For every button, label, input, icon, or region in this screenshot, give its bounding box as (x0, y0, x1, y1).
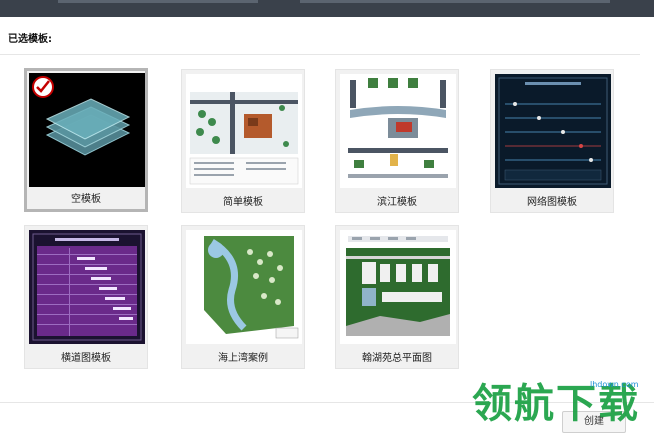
template-card-hanhuyuan[interactable]: 翰湖苑总平面图 (335, 225, 459, 369)
top-bar-segment (300, 0, 610, 3)
divider (0, 54, 640, 55)
network-chart-image (495, 74, 611, 188)
template-name: 滨江模板 (377, 197, 417, 208)
template-name: 空模板 (71, 194, 101, 205)
top-bar-segment (58, 0, 258, 3)
dialog-top-bar (0, 0, 654, 17)
template-name: 网络图模板 (527, 197, 577, 208)
template-card-empty[interactable]: 空模板 (24, 68, 148, 212)
template-name: 横道图模板 (61, 353, 111, 364)
template-card-simple[interactable]: 简单模板 (181, 69, 305, 213)
selected-check-icon (32, 76, 54, 98)
template-dialog: 已选模板: 空模板 简单模板 滨江模板 网络图模板 横道图模板 海上湾案例 翰湖… (0, 0, 654, 433)
watermark-overlay: 领航下载 lhdown.com (466, 374, 654, 433)
template-thumbnail-gantt (29, 230, 145, 344)
template-thumbnail-simple (186, 74, 302, 188)
template-name: 简单模板 (223, 197, 263, 208)
template-thumbnail-riverside (340, 74, 456, 188)
template-thumbnail-haishangwan (186, 230, 302, 344)
gantt-chart-image (29, 230, 145, 344)
selected-template-label: 已选模板: (8, 34, 52, 45)
site-plan-image (340, 74, 456, 188)
site-plan-image (340, 230, 456, 344)
template-card-network-diagram[interactable]: 网络图模板 (490, 69, 614, 213)
template-name: 海上湾案例 (218, 353, 268, 364)
template-thumbnail-empty (29, 73, 145, 187)
template-thumbnail-network (495, 74, 611, 188)
template-thumbnail-hanhuyuan (340, 230, 456, 344)
watermark-url: lhdown.com (590, 380, 639, 389)
template-card-haishangwan[interactable]: 海上湾案例 (181, 225, 305, 369)
site-plan-image (186, 230, 302, 344)
site-plan-image (186, 74, 302, 188)
template-name: 翰湖苑总平面图 (362, 353, 432, 364)
template-card-riverside[interactable]: 滨江模板 (335, 69, 459, 213)
template-card-gantt[interactable]: 横道图模板 (24, 225, 148, 369)
